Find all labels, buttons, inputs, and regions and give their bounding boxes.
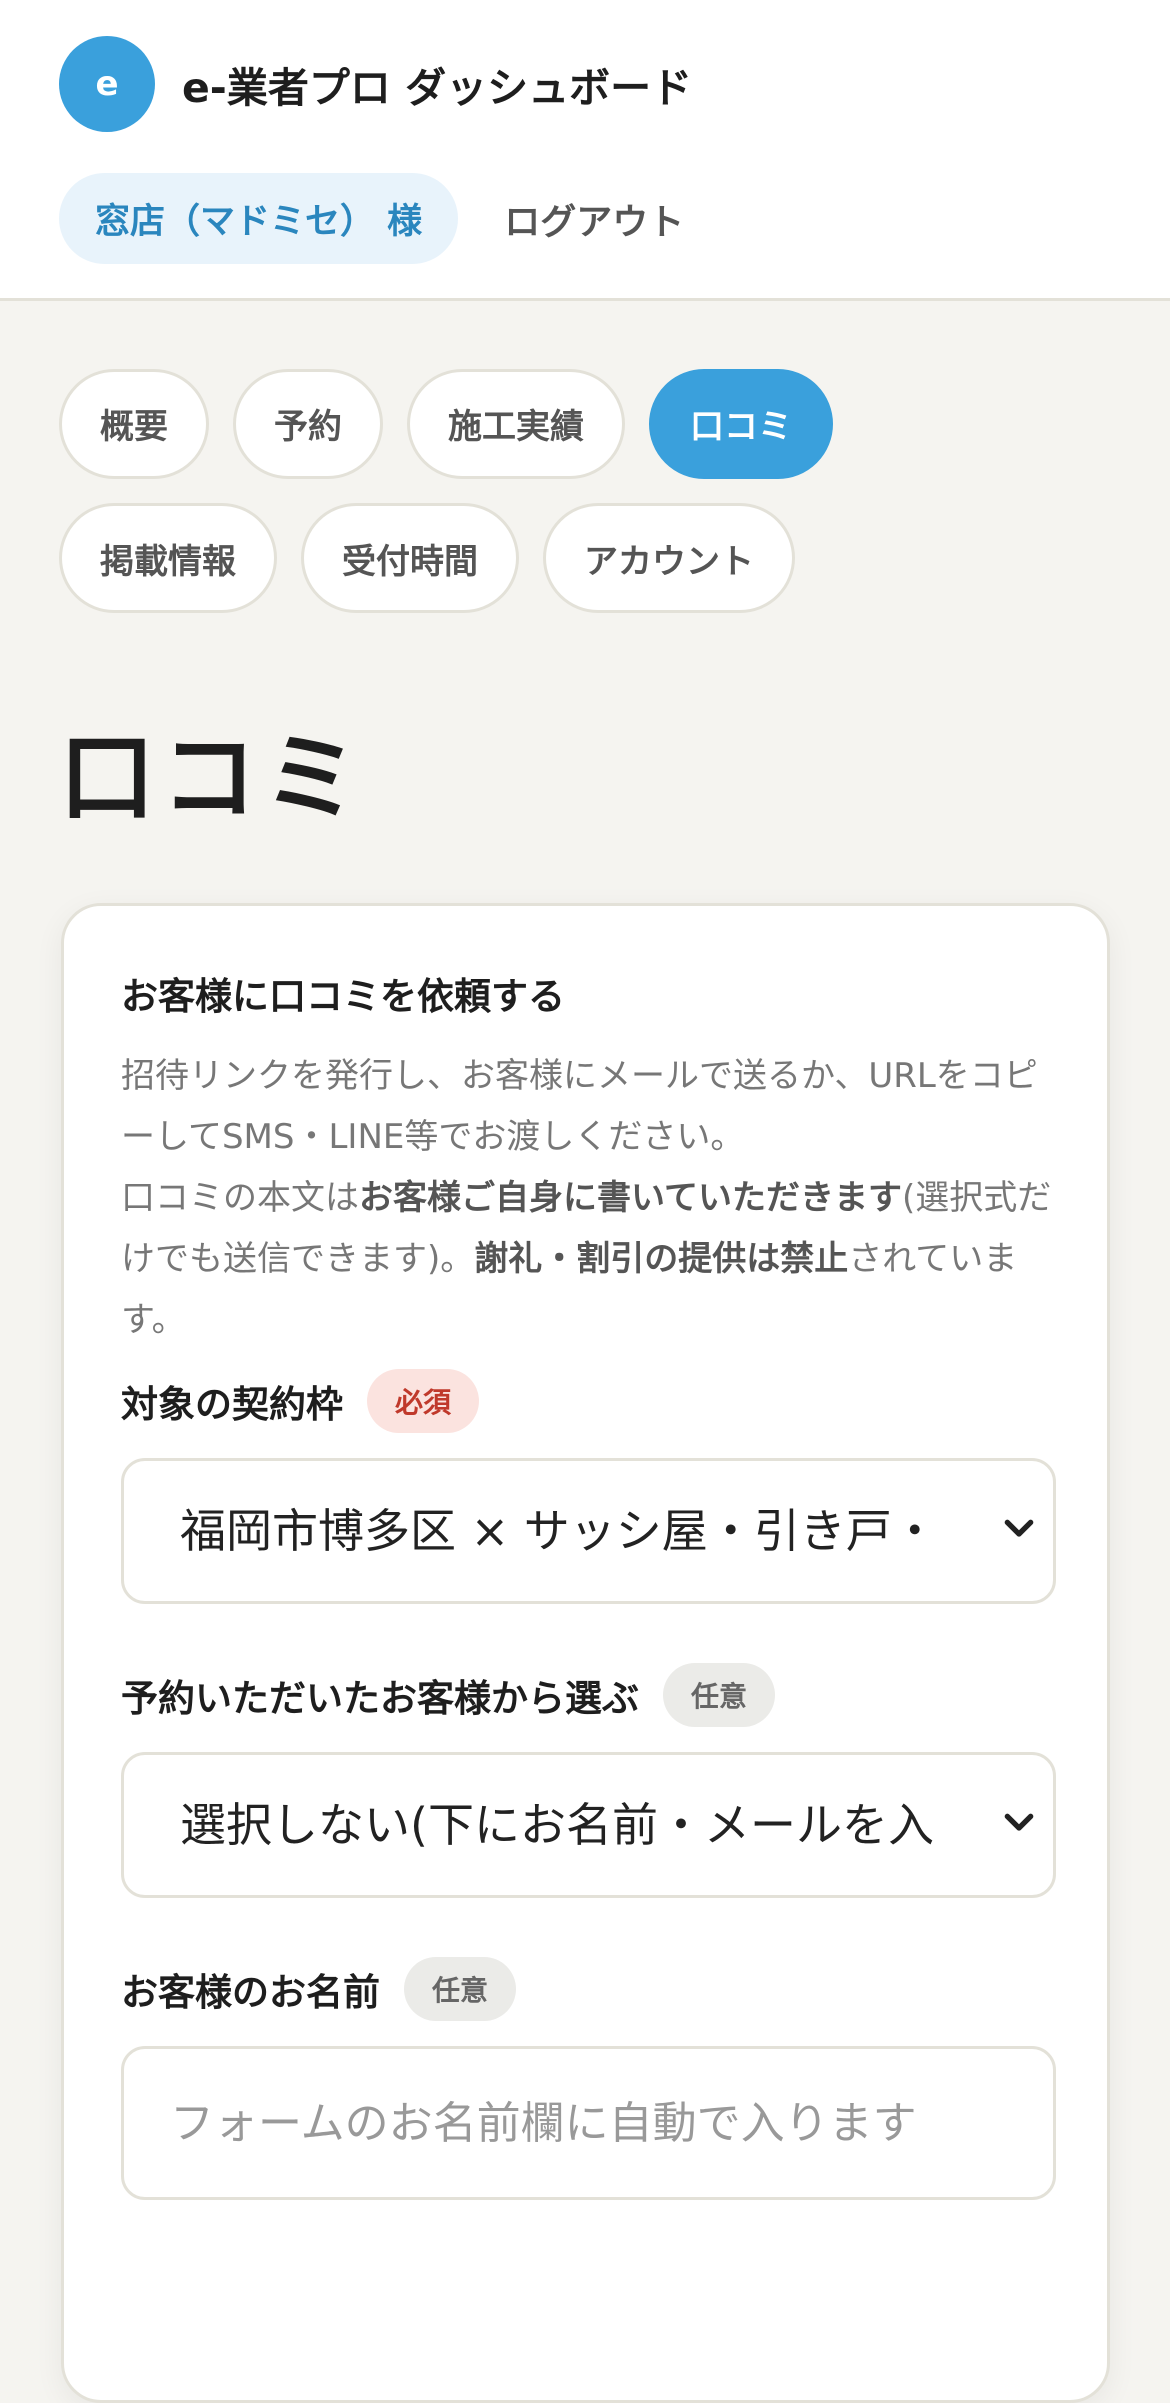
desc-text: 口コミの本文は xyxy=(121,1178,359,1218)
required-badge: 必須 xyxy=(367,1369,480,1433)
brand-logo: e xyxy=(59,36,155,132)
booking-customer-select[interactable]: 選択しない(下にお名前・メールを入 xyxy=(121,1752,1056,1898)
app-header: e e-業者プロ ダッシュボード 窓店（マドミセ） 様 ログアウト xyxy=(0,0,1170,301)
user-row: 窓店（マドミセ） 様 ログアウト xyxy=(59,173,684,264)
app-title: e-業者プロ ダッシュボード xyxy=(182,64,693,112)
dashboard-tabs: 概要 予約 施工実績 口コミ 掲載情報 受付時間 アカウント xyxy=(59,368,1119,613)
booking-field-label: 予約いただいたお客様から選ぶ xyxy=(121,1677,639,1720)
tab-overview[interactable]: 概要 xyxy=(59,368,209,479)
customer-name-field-wrapper xyxy=(121,2046,1056,2200)
desc-emphasis: お客様ご自身に書いていただきます xyxy=(359,1178,902,1218)
tab-listing[interactable]: 掲載情報 xyxy=(59,503,277,613)
contract-field-label: 対象の契約枠 xyxy=(121,1383,343,1426)
customer-name-input[interactable] xyxy=(124,2049,1053,2197)
chevron-down-icon xyxy=(1004,1813,1034,1831)
logout-link[interactable]: ログアウト xyxy=(504,193,684,245)
name-field-label: お客様のお名前 xyxy=(121,1971,380,2014)
desc-line-1: 招待リンクを発行し、お客様にメールで送るか、URLをコピーしてSMS・LINE等… xyxy=(121,1056,1038,1157)
booking-field-label-row: 予約いただいたお客様から選ぶ 任意 xyxy=(121,1662,1056,1728)
optional-badge: 任意 xyxy=(663,1663,776,1727)
tab-account[interactable]: アカウント xyxy=(543,503,795,613)
tab-works[interactable]: 施工実績 xyxy=(407,368,625,479)
desc-emphasis: 謝礼・割引の提供は禁止 xyxy=(474,1239,849,1279)
card-title: お客様に口コミを依頼する xyxy=(121,975,565,1018)
tab-row: 掲載情報 受付時間 アカウント xyxy=(59,503,1119,613)
tab-row: 概要 予約 施工実績 口コミ xyxy=(59,368,1119,479)
name-field-label-row: お客様のお名前 任意 xyxy=(121,1956,1056,2022)
review-request-card: お客様に口コミを依頼する 招待リンクを発行し、お客様にメールで送るか、URLをコ… xyxy=(61,903,1110,2403)
optional-badge: 任意 xyxy=(404,1957,517,2021)
tab-hours[interactable]: 受付時間 xyxy=(301,503,519,613)
brand[interactable]: e e-業者プロ ダッシュボード xyxy=(59,36,692,132)
contract-field-label-row: 対象の契約枠 必須 xyxy=(121,1368,1056,1434)
card-description: 招待リンクを発行し、お客様にメールで送るか、URLをコピーしてSMS・LINE等… xyxy=(121,1046,1056,1351)
contract-select-value: 福岡市博多区 × サッシ屋・引き戸・ xyxy=(180,1504,938,1558)
tab-reviews[interactable]: 口コミ xyxy=(649,368,833,479)
card-body: お客様に口コミを依頼する 招待リンクを発行し、お客様にメールで送るか、URLをコ… xyxy=(121,966,1056,2200)
tab-bookings[interactable]: 予約 xyxy=(233,368,383,479)
contract-select[interactable]: 福岡市博多区 × サッシ屋・引き戸・ xyxy=(121,1458,1056,1604)
user-name-badge: 窓店（マドミセ） 様 xyxy=(59,173,459,264)
page-title: 口コミ xyxy=(59,722,365,834)
booking-select-value: 選択しない(下にお名前・メールを入 xyxy=(180,1798,934,1852)
chevron-down-icon xyxy=(1004,1519,1034,1537)
